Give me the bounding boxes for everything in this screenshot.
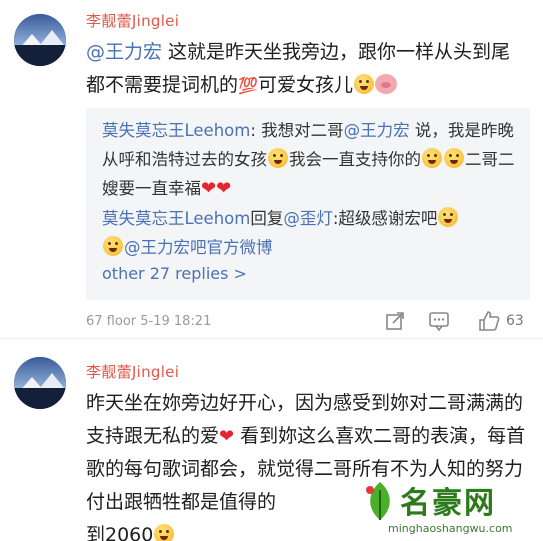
laugh-emoji (444, 148, 464, 168)
heart-emoji: ❤ (216, 178, 232, 199)
comment-post: 李靓蕾Jinglei 昨天坐在妳旁边好开心，因为感受到妳对二哥满满的支持跟无私的… (0, 338, 543, 541)
repost-icon[interactable] (384, 310, 406, 332)
avatar[interactable] (14, 357, 66, 409)
like-count: 63 (506, 313, 524, 329)
username[interactable]: 李靓蕾Jinglei (86, 361, 179, 382)
hundred-emoji: 💯 (238, 76, 258, 95)
mention-link[interactable]: @王力宏 (344, 121, 410, 140)
avatar[interactable] (14, 14, 66, 66)
comment-text-part: 可爱女孩儿 (257, 74, 353, 96)
reply-text: 我会一直支持你的 (289, 150, 421, 169)
comment-text: 昨天坐在妳旁边好开心，因为感受到妳对二哥满满的支持跟无私的爱❤ 看到妳这么喜欢二… (86, 387, 526, 541)
comment-post: 李靓蕾Jinglei @王力宏 这就是昨天坐我旁边，跟你一样从头到尾都不需要提词… (0, 0, 543, 338)
mention-link[interactable]: @歪灯 (283, 209, 333, 228)
reply-word: 回复 (250, 209, 284, 228)
grin-emoji (353, 74, 374, 94)
reply-author[interactable]: 莫失莫忘王Leehom (102, 121, 250, 140)
comment-icon[interactable] (428, 310, 450, 332)
scared-emoji (268, 148, 288, 168)
heart-emoji: ❤ (201, 178, 217, 199)
floor-time: 67 floor 5-19 18:21 (86, 314, 212, 329)
mention-link[interactable]: @王力宏吧官方微博 (124, 238, 273, 257)
laugh-emoji (438, 207, 459, 227)
comment-text-part: 到2060 (86, 524, 154, 541)
reply-author[interactable]: 莫失莫忘王Leehom (102, 209, 250, 228)
reply-text: :超级感谢宏吧 (332, 209, 438, 228)
laugh-emoji (103, 236, 123, 256)
reply-text: : 我想对二哥 (250, 121, 344, 140)
reply-item: 莫失莫忘王Leehom回复@歪灯:超级感谢宏吧 @王力宏吧官方微博 (102, 204, 522, 262)
like-icon[interactable] (478, 310, 500, 332)
reply-thread: 莫失莫忘王Leehom: 我想对二哥@王力宏 说，我是昨晚从呼和浩特过去的女孩我… (86, 108, 530, 300)
comment-text: @王力宏 这就是昨天坐我旁边，跟你一样从头到尾都不需要提词机的💯可爱女孩儿 (86, 36, 526, 102)
more-replies-link[interactable]: other 27 replies > (102, 264, 247, 283)
username[interactable]: 李靓蕾Jinglei (86, 10, 179, 31)
reply-item: 莫失莫忘王Leehom: 我想对二哥@王力宏 说，我是昨晚从呼和浩特过去的女孩我… (102, 116, 522, 203)
heart-emoji: ❤ (219, 426, 235, 447)
laugh-emoji (154, 524, 175, 541)
laugh-emoji (422, 148, 442, 168)
mention-link[interactable]: @王力宏 (86, 41, 162, 63)
comment-footer: 67 floor 5-19 18:21 63 (86, 310, 530, 334)
pig-emoji (374, 74, 397, 94)
